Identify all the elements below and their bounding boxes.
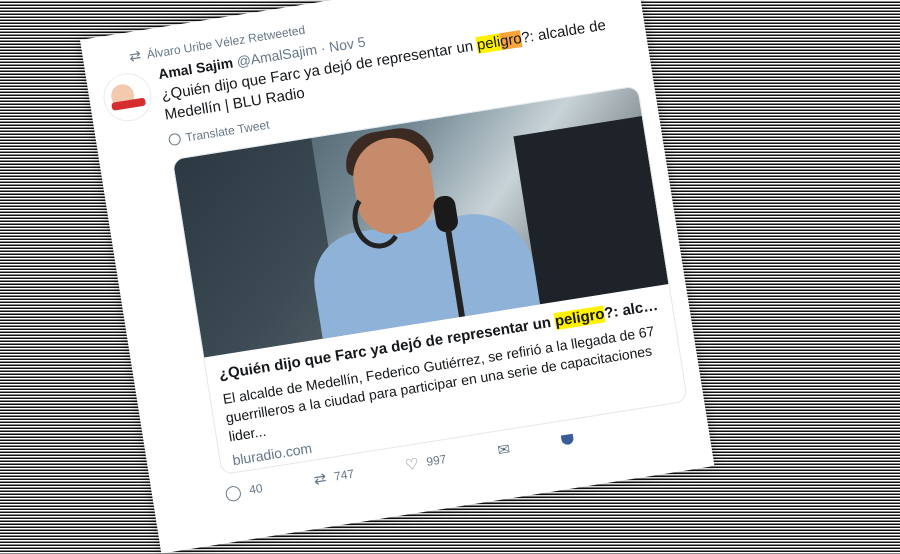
- tweet-date[interactable]: Nov 5: [328, 33, 367, 55]
- tweet-text-highlight-a: peli: [475, 33, 502, 54]
- retweet-icon: ⇄: [127, 46, 143, 65]
- reply-count: 40: [248, 481, 264, 497]
- tweet-text-highlight-b: gro: [498, 30, 523, 51]
- translate-label: Translate Tweet: [184, 117, 271, 145]
- link-preview-card[interactable]: ¿Quién dijo que Farc ya dejó de represen…: [171, 85, 689, 476]
- retweet-icon: ⇄: [312, 469, 328, 489]
- link-title-after: ?: alcalde de ...: [603, 295, 662, 323]
- separator: ·: [319, 39, 327, 57]
- globe-icon: [167, 132, 182, 147]
- reply-icon: ◯: [223, 483, 243, 503]
- direct-message-button[interactable]: ✉: [496, 440, 511, 460]
- retweet-count: 747: [333, 466, 356, 484]
- like-count: 997: [425, 451, 448, 469]
- like-button[interactable]: ♡ 997: [404, 450, 448, 474]
- reply-button[interactable]: ◯ 40: [223, 479, 264, 503]
- link-title-highlight: peligro: [553, 305, 606, 331]
- pocket-button[interactable]: [560, 433, 575, 446]
- tweet-card: ⇄ Álvaro Uribe Vélez Retweeted Amal Saji…: [80, 0, 715, 554]
- envelope-icon: ✉: [496, 440, 512, 460]
- avatar[interactable]: [100, 69, 156, 125]
- pocket-icon: [560, 433, 575, 446]
- retweet-button[interactable]: ⇄ 747: [312, 465, 355, 489]
- heart-icon: ♡: [404, 455, 421, 475]
